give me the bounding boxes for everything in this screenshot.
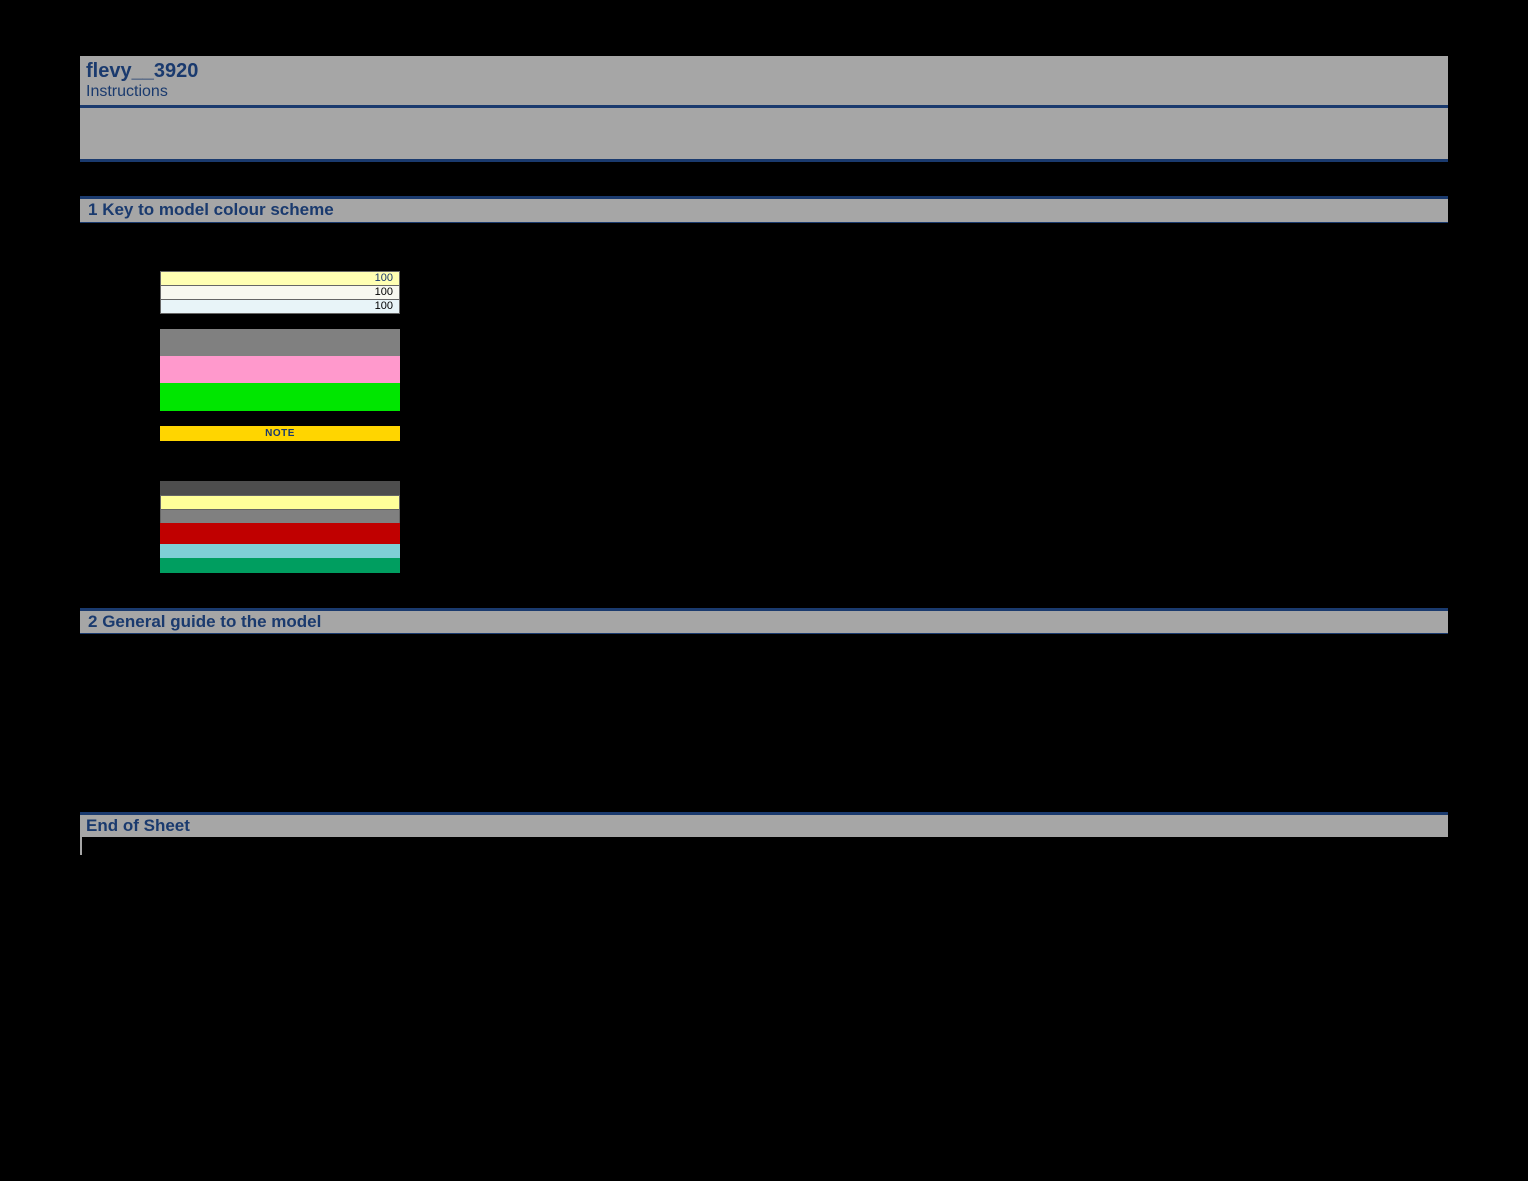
page-root: flevy__3920 Instructions 1 Key to model … [0, 0, 1528, 855]
swatch-value-3: 100 [375, 301, 393, 312]
gap [160, 313, 400, 329]
gap [80, 162, 1448, 196]
section-1-title: Key to model colour scheme [102, 200, 333, 219]
stripe-darkgray [160, 481, 400, 496]
document-title: flevy__3920 [86, 60, 1442, 82]
stripe-red [160, 523, 400, 545]
end-of-sheet: End of Sheet [80, 812, 1448, 837]
gap [80, 572, 1448, 608]
stripe-yellow [160, 495, 400, 510]
cursor-mark [80, 837, 82, 855]
gap [160, 441, 400, 481]
section-2-num: 2 [88, 612, 97, 631]
swatch-input-cyan: 100 [160, 299, 400, 314]
section-1-num: 1 [88, 200, 97, 219]
section-1-heading: 1 Key to model colour scheme [80, 196, 1448, 222]
color-key: 100 100 100 NOTE [160, 271, 400, 573]
swatch-block-green [160, 383, 400, 411]
swatch-block-pink [160, 356, 400, 384]
swatch-value-2: 100 [375, 287, 393, 298]
document-subtitle: Instructions [86, 82, 1442, 103]
swatch-block-gray [160, 329, 400, 357]
note-swatch: NOTE [160, 426, 400, 441]
header-spacer [80, 108, 1448, 162]
stripe-midgray [160, 509, 400, 524]
swatch-value-1: 100 [375, 273, 393, 284]
swatch-input-white: 100 [160, 285, 400, 300]
swatch-input-yellow: 100 [160, 271, 400, 286]
header-block: flevy__3920 Instructions [80, 56, 1448, 108]
stripe-cyan [160, 544, 400, 559]
note-label: NOTE [265, 428, 295, 439]
gap [160, 410, 400, 426]
section-2-title: General guide to the model [102, 612, 321, 631]
stripe-green [160, 558, 400, 573]
section-2-heading: 2 General guide to the model [80, 608, 1448, 634]
